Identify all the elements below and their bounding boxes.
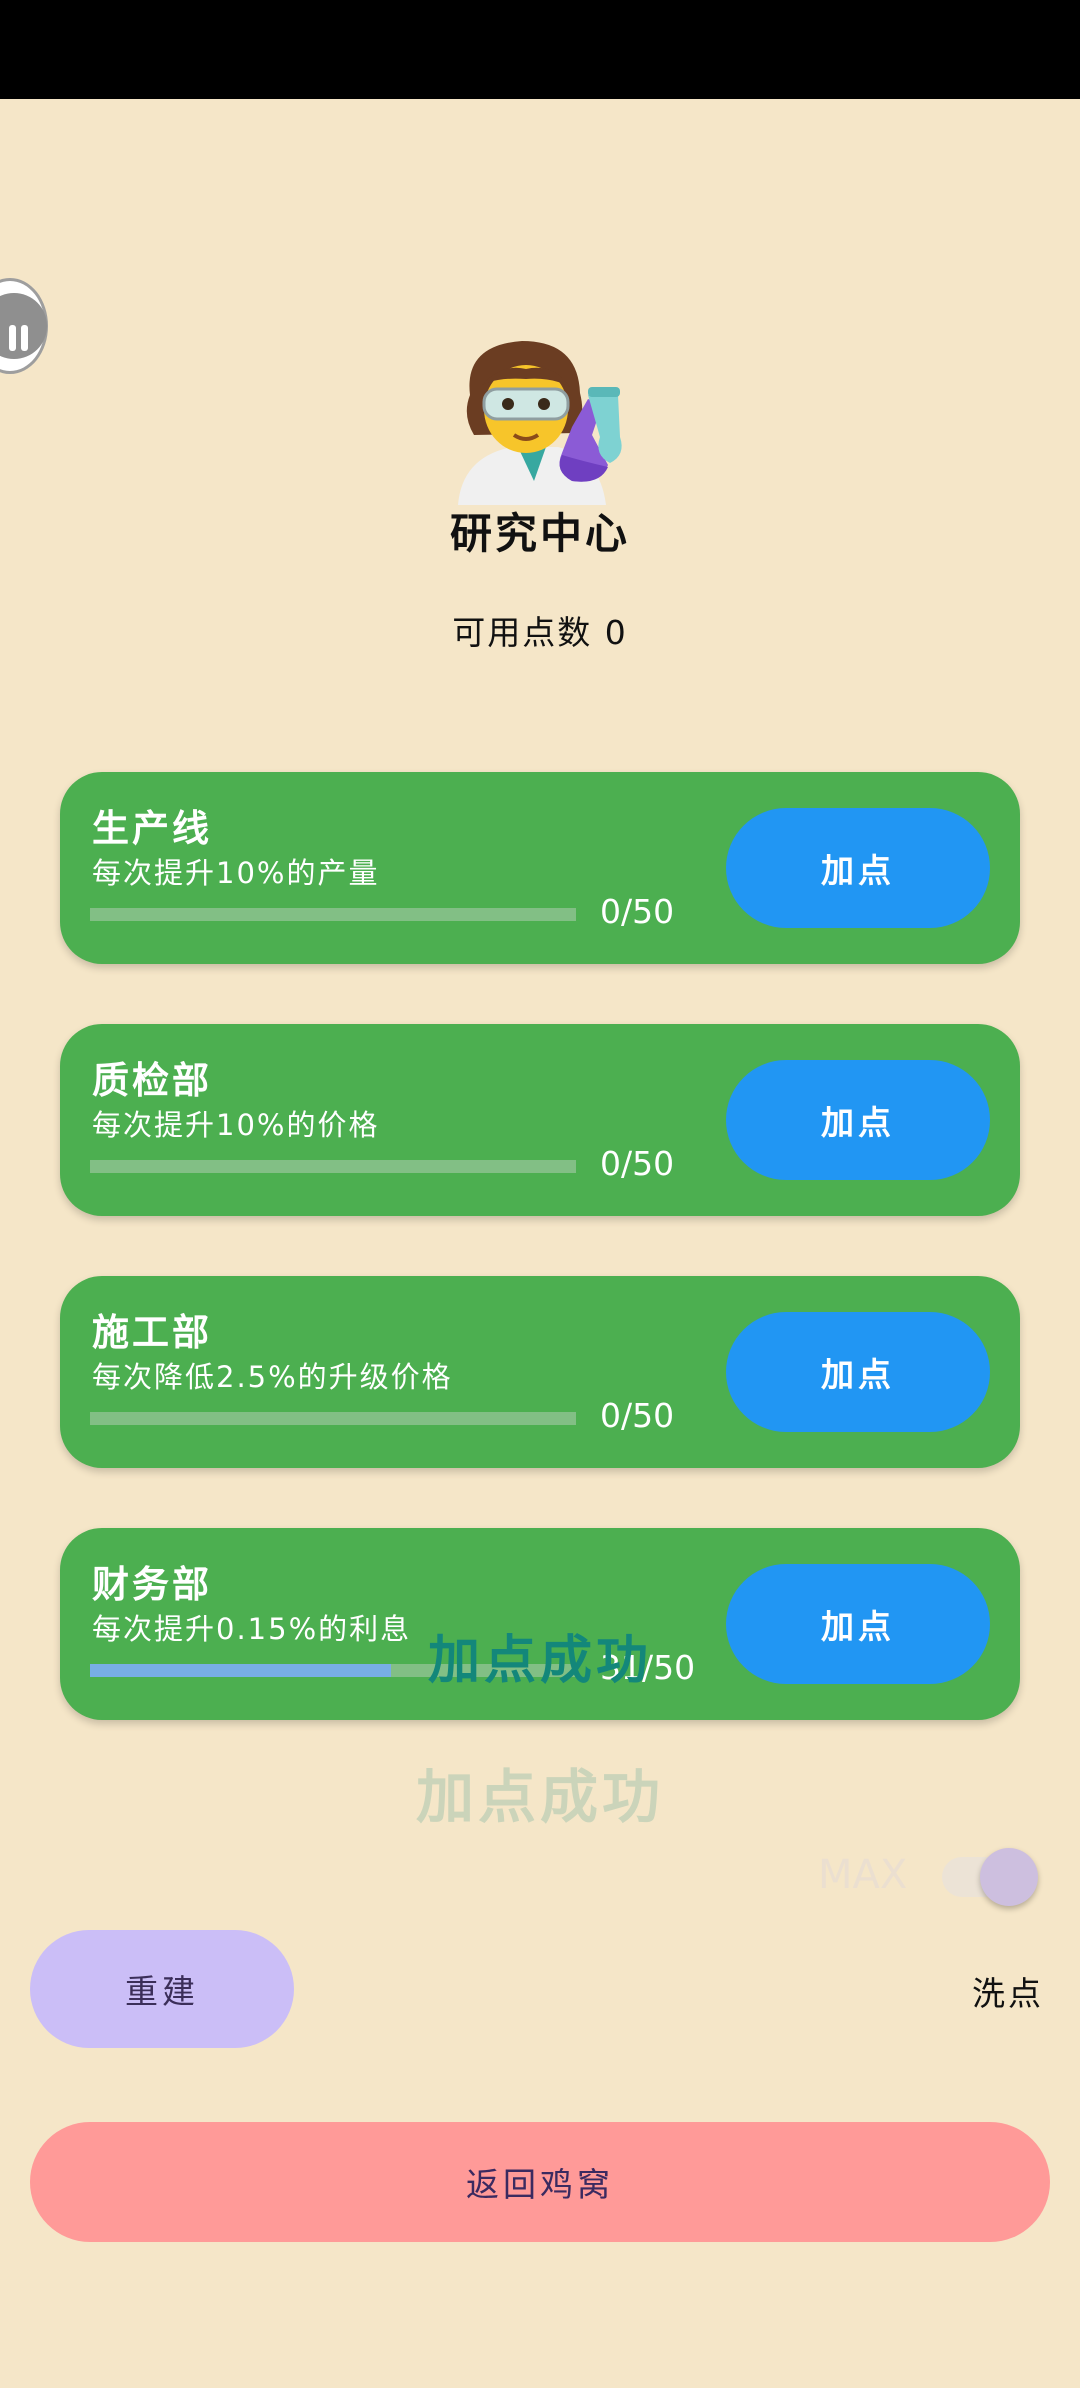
- success-toast: 加点成功: [427, 1631, 652, 1691]
- status-bar: [0, 0, 1080, 99]
- available-points: 可用点数 0: [452, 613, 628, 652]
- progress-bar: [90, 1412, 576, 1425]
- add-point-button[interactable]: 加点: [726, 808, 990, 928]
- progress-count: 0/50: [600, 892, 675, 931]
- max-toggle-label: MAX: [818, 1852, 908, 1898]
- research-description: 每次降低2.5%的升级价格: [92, 1360, 453, 1394]
- floating-pause-button[interactable]: [0, 278, 48, 374]
- pause-icon: [0, 293, 47, 359]
- scientist-avatar-icon: [458, 341, 622, 505]
- research-description: 每次提升10%的产量: [92, 856, 380, 890]
- research-card-construction: 施工部 每次降低2.5%的升级价格 0/50 加点: [60, 1276, 1020, 1468]
- add-point-button[interactable]: 加点: [726, 1312, 990, 1432]
- research-name: 施工部: [92, 1311, 212, 1354]
- research-description: 每次提升10%的价格: [92, 1108, 380, 1142]
- page-title: 研究中心: [449, 509, 630, 558]
- research-card-production: 生产线 每次提升10%的产量 0/50 加点: [60, 772, 1020, 964]
- progress-bar: [90, 1160, 576, 1173]
- research-name: 质检部: [92, 1059, 212, 1102]
- progress-count: 0/50: [600, 1144, 675, 1183]
- reset-points-button[interactable]: 洗点: [972, 1967, 1044, 2015]
- back-to-coop-button[interactable]: 返回鸡窝: [30, 2122, 1050, 2242]
- rebuild-button[interactable]: 重建: [30, 1930, 294, 2048]
- progress-bar: [90, 908, 576, 921]
- progress-count: 0/50: [600, 1396, 675, 1435]
- research-card-quality: 质检部 每次提升10%的价格 0/50 加点: [60, 1024, 1020, 1216]
- research-name: 生产线: [92, 807, 212, 850]
- research-name: 财务部: [92, 1563, 212, 1606]
- max-toggle-thumb[interactable]: [980, 1848, 1038, 1906]
- add-point-button[interactable]: 加点: [726, 1060, 990, 1180]
- success-toast-fading: 加点成功: [415, 1763, 664, 1831]
